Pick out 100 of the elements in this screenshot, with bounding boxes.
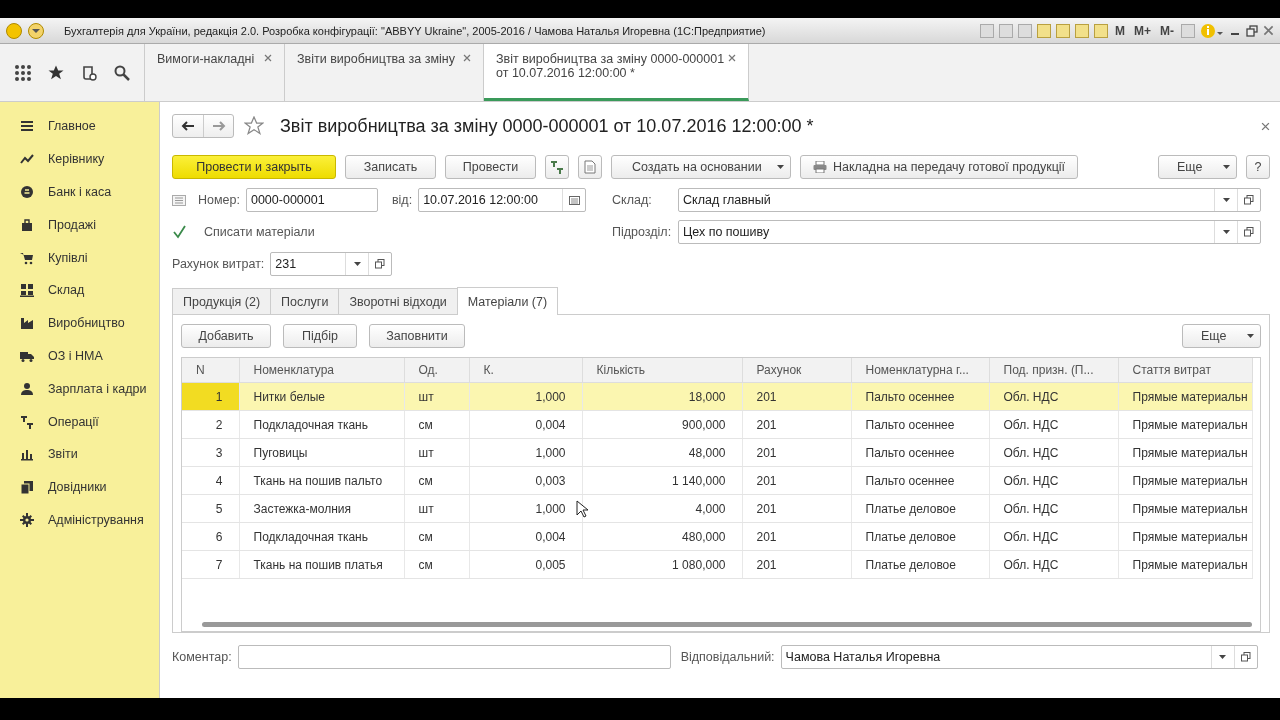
star-icon[interactable] [47,64,64,81]
form-tab[interactable]: Матеріали (7) [456,287,559,315]
icon-button[interactable] [545,155,569,179]
column-header[interactable]: Номенклатурна г... [851,358,989,383]
help-button[interactable]: ? [1246,155,1270,179]
apps-grid-icon[interactable] [14,64,31,81]
sidebar-item[interactable]: Операції [0,405,159,438]
column-header[interactable]: Рахунок [742,358,851,383]
navigation-buttons[interactable] [172,114,234,138]
restore-icon[interactable] [1246,24,1258,37]
table-cell: 0,005 [469,550,582,579]
table-row[interactable]: 2 Подкладочная ткань см 0,004 900,000 201 Пальто осеннее Обл. НДС Прямые материальн [182,410,1252,439]
sidebar-item[interactable]: Главное [0,110,159,143]
history-icon[interactable] [80,64,97,81]
table-row[interactable]: 1 Нитки белые шт 1,000 18,000 201 Пальто осеннее Обл. НДС Прямые материальн [182,382,1252,411]
column-header[interactable]: К. [469,358,582,383]
comment-field[interactable] [237,645,671,669]
sidebar-item[interactable]: Купівлі [0,241,159,274]
document-tab[interactable]: Вимоги-накладні [145,44,285,101]
print-button[interactable]: Накладна на передачу готової продукції [800,155,1079,179]
table-row[interactable]: 5 Застежка-молния шт 1,000 4,000 201 Платье деловое Обл. НДС Прямые материальн [182,494,1252,523]
favorite-star-icon[interactable] [244,116,264,136]
table-cell: Подкладочная ткань [239,522,404,551]
info-icon[interactable] [1200,22,1224,39]
close-form-icon[interactable] [1261,121,1270,131]
close-icon[interactable] [728,54,736,62]
field-label: Номер: [198,193,240,207]
sidebar-item[interactable]: Адміністрування [0,503,159,537]
create-based-on-button[interactable]: Создать на основании [611,155,791,179]
document-tab[interactable]: Звіт виробництва за зміну 0000-000001 от 10.07.2016 12:00:00 * [484,44,749,101]
column-header[interactable]: Стаття витрат [1118,358,1252,383]
table-cell: см [404,522,469,551]
table-cell: 1 [182,382,239,411]
sidebar-item[interactable]: Виробництво [0,306,159,340]
sidebar-item[interactable]: Банк і каса [0,175,159,209]
warehouse-field[interactable]: Склад главный [678,188,1261,212]
department-field[interactable]: Цех по пошиву [678,220,1261,244]
table-cell: 7 [182,550,239,579]
table-cell: Обл. НДС [989,522,1118,551]
more-button[interactable]: Еще [1182,324,1261,348]
more-button[interactable]: Еще [1158,155,1237,179]
column-header[interactable]: Од. [404,358,469,383]
search-icon[interactable] [113,64,130,81]
table-row[interactable]: 3 Пуговицы шт 1,000 48,000 201 Пальто осеннее Обл. НДС Прямые материальн [182,438,1252,467]
table-cell: 201 [742,494,851,523]
memory-button[interactable]: M+ [1132,23,1153,38]
memory-button[interactable]: M- [1158,23,1176,38]
column-header[interactable]: N [182,358,239,383]
bag-icon [20,217,34,232]
debit-credit-icon [20,414,34,429]
memory-button[interactable]: M [1113,23,1127,38]
table-cell: Прямые материальн [1118,466,1252,495]
open-icon [1240,652,1251,662]
toolbar-button[interactable]: Провести [445,155,536,179]
sidebar-item[interactable]: ОЗ і НМА [0,339,159,373]
table-row[interactable]: 7 Ткань на пошив платья см 0,005 1 080,000 201 Платье деловое Обл. НДС Прямые материальн [182,550,1252,579]
column-header[interactable]: Кількість [582,358,742,383]
sidebar-item[interactable]: Звіти [0,437,159,471]
table-button[interactable]: Заповнити [369,324,465,348]
table-row[interactable]: 4 Ткань на пошив пальто см 0,003 1 140,000 201 Пальто осеннее Обл. НДС Прямые материальн [182,466,1252,495]
app-logo-icon [6,22,22,39]
post-and-close-button[interactable]: Провести и закрыть [172,155,336,179]
table-cell: Прямые материальн [1118,494,1252,523]
column-header[interactable]: Номенклатура [239,358,404,383]
open-icon [375,259,386,269]
table-button[interactable]: Добавить [181,324,271,348]
scrollbar[interactable] [202,622,1252,627]
table-cell: Ткань на пошив платья [239,550,404,579]
form-tab[interactable]: Продукція (2) [172,288,272,314]
responsible-field[interactable]: Чамова Наталья Игоревна [780,645,1258,669]
close-icon[interactable] [463,54,471,62]
close-icon[interactable] [264,54,272,62]
sidebar-item[interactable]: Керівнику [0,142,159,176]
date-field[interactable]: 10.07.2016 12:00:00 [418,188,587,212]
sidebar-item[interactable]: Продажі [0,208,159,242]
table-button[interactable]: Підбір [283,324,357,348]
caret-icon [1222,198,1230,202]
sidebar-item[interactable]: Зарплата і кадри [0,372,159,406]
table-cell: Пуговицы [239,438,404,467]
table-cell: 480,000 [582,522,742,551]
table-cell: 0,004 [469,522,582,551]
table-cell: Обл. НДС [989,438,1118,467]
toolbar-button[interactable]: Записать [345,155,436,179]
left-arrow-icon [181,121,195,131]
checkbox[interactable] [172,225,186,239]
column-header[interactable]: Под. призн. (П... [989,358,1118,383]
table-cell: шт [404,494,469,523]
form-tab[interactable]: Зворотні відходи [338,288,458,314]
sidebar-item[interactable]: Довідники [0,470,159,504]
account-field[interactable]: 231 [270,252,393,276]
number-field[interactable]: 0000-000001 [245,188,378,212]
menu-caret-icon[interactable] [28,22,44,39]
sidebar-item[interactable]: Склад [0,274,159,307]
close-icon[interactable] [1263,25,1274,36]
table-row[interactable]: 6 Подкладочная ткань см 0,004 480,000 201 Платье деловое Обл. НДС Прямые материальн [182,522,1252,551]
form-tab[interactable]: Послуги [270,288,340,314]
table-cell: 201 [742,522,851,551]
caret-icon [1219,655,1227,659]
table-cell: 0,004 [469,410,582,439]
right-arrow-icon [211,121,226,131]
